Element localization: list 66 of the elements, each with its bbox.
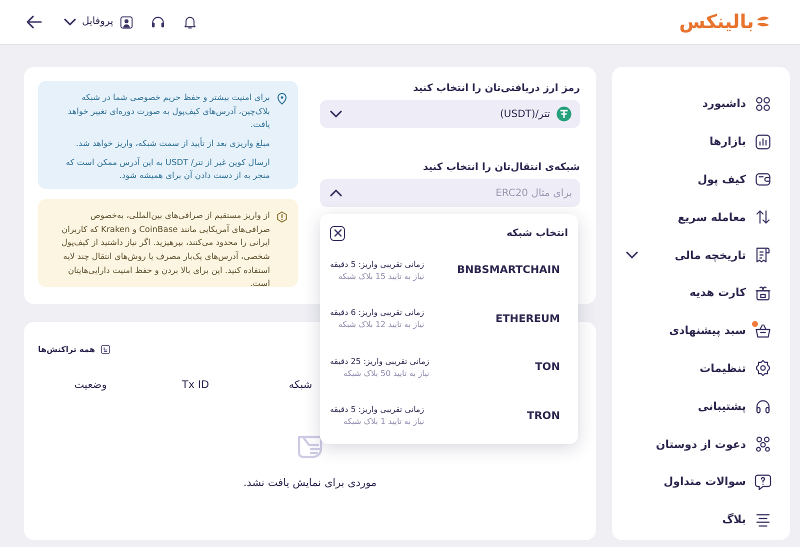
tether-coin-icon: [556, 106, 572, 122]
confirmations-text: نیاز به تایید 50 بلاک شبکه: [342, 368, 430, 378]
close-icon: [334, 229, 342, 237]
deposit-time: زمانی تقریبی واریز: 6 دقیقه: [330, 308, 424, 318]
leaf-logo-icon: [756, 16, 770, 28]
close-button[interactable]: [330, 226, 345, 240]
deposit-time: زمانی تقریبی واریز: 5 دقیقه: [330, 260, 424, 269]
alert-icon: [276, 211, 288, 223]
empty-message: موردی برای نمایش یافت نشد.: [243, 477, 377, 489]
sidebar-item[interactable]: کیف پول: [626, 160, 772, 198]
network-name: ETHEREUM: [495, 312, 560, 325]
confirmations-text: نیاز به تایید 12 بلاک شبکه: [337, 320, 424, 330]
back-button[interactable]: [26, 15, 42, 29]
arrow-left-icon: [26, 15, 42, 29]
field-label: شبکه‌ی انتقال‌تان را انتخاب کنید: [422, 161, 580, 175]
deposit-time: زمانی تقریبی واریز: 5 دقیقه: [330, 405, 424, 414]
sidebar-item[interactable]: پشتیبانی: [626, 387, 772, 426]
notice-text: مبلغ واریزی بعد از تأیید از سمت شبکه، واریز خواهد شد.: [74, 137, 270, 150]
network-name: BNBSMARTCHAIN: [456, 264, 560, 276]
sidebar-item[interactable]: دعوت از دوستان: [626, 425, 772, 463]
network-name: TRON: [527, 410, 560, 422]
sidebar-item[interactable]: سوالات متداول: [626, 462, 772, 501]
network-name: TON: [535, 361, 560, 374]
sidebar-item[interactable]: داشبورد: [626, 85, 772, 123]
list-icon: [100, 344, 112, 355]
headset-icon: [754, 397, 772, 416]
coin-select[interactable]: تتر/(USDT): [320, 100, 580, 128]
sidebar-item[interactable]: بلاگ: [626, 500, 772, 539]
field-label: رمز ارز دریافتی‌تان را انتخاب کنید: [412, 82, 580, 96]
notice-text: از واریز مستقیم از صرافی‌های بین‌المللی، به‌خصوص صرافی‌های آمریکایی مانند CoinBase و Kraken که کاربران ایرانی را محدود می‌کنند، بپرهیزید. اگر نیاز داشتید از کیف‌پول شخصی، آدرس‌های یک‌بار مصرف یا روش‌های انتقال چند لایه استفاده کنید. این برای بالا بردن و حفظ امنیت دارایی‌هایتان است.: [60, 209, 270, 290]
sidebar-item[interactable]: تاریخچه مالی: [626, 236, 772, 274]
basket-icon: [754, 322, 772, 340]
headset-icon: [150, 14, 166, 30]
receipt-icon: [754, 246, 772, 264]
sidebar-item[interactable]: معامله سریع: [626, 198, 772, 236]
user-icon: [119, 14, 134, 30]
confirmations-text: نیاز به تایید 15 بلاک شبکه: [337, 272, 424, 281]
notice-text: ارسال کوین غیر از تتر/ USDT به این آدرس ممکن است که منجر به از دست دادن آن برای همیشه شود.: [64, 156, 270, 182]
profile-menu[interactable]: پروفایل: [64, 14, 134, 30]
bar-chart-icon: [754, 132, 772, 151]
chevron-down-icon: [64, 18, 76, 26]
people-icon: [754, 435, 772, 454]
all-transactions-link[interactable]: همه تراکنش‌ها: [38, 344, 112, 355]
sidebar-item[interactable]: تنظیمات: [626, 350, 772, 388]
notifications-button[interactable]: [182, 14, 198, 30]
confirmations-text: نیاز به تایید 1 بلاک شبکه: [342, 417, 424, 426]
gear-icon: [754, 359, 772, 378]
column-header: Tx ID: [180, 379, 210, 391]
arrows-icon: [754, 208, 772, 226]
sidebar-item[interactable]: بازارها: [626, 122, 772, 161]
bell-icon: [182, 14, 198, 30]
column-header: شبکه: [288, 379, 314, 391]
notice-text: برای امنیت بیشتر و حفظ حریم خصوصی شما در شبکه بلاک‌چین، آدرس‌های کیف‌پول به صورت دوره‌ای تغییر خواهد یافت.: [66, 91, 270, 132]
location-pin-icon: [276, 93, 288, 105]
support-button[interactable]: [150, 14, 166, 30]
logo-text: بالینکس: [679, 12, 754, 32]
popup-title: انتخاب شبکه: [506, 228, 568, 238]
deposit-time: زمانی تقریبی واریز: 25 دقیقه: [330, 356, 430, 366]
grid-icon: [754, 94, 772, 113]
wallet-icon: [754, 170, 772, 188]
gift-icon: [754, 284, 772, 302]
sidebar-item[interactable]: سبد پیشنهادی: [626, 312, 772, 350]
sidebar-item[interactable]: کارت هدیه: [626, 274, 772, 312]
question-bubble-icon: [754, 472, 772, 491]
column-header: وضعیت: [73, 379, 108, 391]
chevron-down-icon: [626, 251, 638, 260]
